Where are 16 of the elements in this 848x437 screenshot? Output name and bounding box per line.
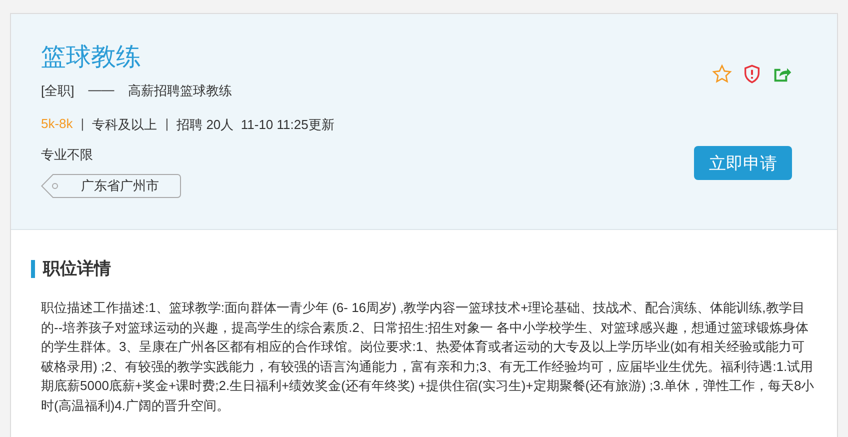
major-text: 专业不限 (41, 146, 93, 164)
apply-button[interactable]: 立即申请 (694, 146, 792, 180)
job-subtitle: 高薪招聘篮球教练 (128, 82, 232, 100)
meta-text: 专科及以上 (92, 116, 158, 134)
job-description: 职位描述工作描述:1、篮球教学:面向群体一青少年 (6- 16周岁) ,教学内容一篮球技术+理论基础、技战术、配合演练、体能训练,教学目的--培养孩子对篮球运动的兴趣，提高学生的综合素质.2、日常招生:招生对象一 各中小学校学生、对篮球感兴趣，想通过篮球锻炼身体的学生群体。3、呈康在广州各区都有相应的合作球馆。岗位要求:1、热爱体育或者运动的大专及以上学历毕业(如有相关经验或能力可破格录用) ;2、有较强的教学实践能力，有较强的语言沟通能力，富有亲和力;3、有无工作经验均可，应届毕业生优先。福利待遇:1.试用期底薪5000底薪+奖金+课时费;2.生日福利+绩效奖金(还有年终奖) +提供住宿(实习生)+定期聚餐(还有旅游) ;3.单休，弹性工作，每天8小时(高温福利)4.广阔的晋升空间。 (41, 299, 816, 415)
star-icon[interactable] (712, 64, 732, 84)
salary-text: 5k-8k (41, 116, 73, 133)
shield-alert-icon[interactable] (742, 64, 762, 84)
job-title: 篮球教练 (41, 42, 141, 73)
section-heading: 职位详情 (31, 260, 817, 278)
job-type: [全职] (41, 82, 74, 100)
meta-text: 招聘 20人 11-10 11:25更新 (176, 116, 334, 134)
separator: | (165, 116, 169, 133)
location-tag: 广东省广州市 (41, 174, 181, 198)
dash-text: —— (88, 82, 114, 99)
separator: | (80, 116, 84, 133)
